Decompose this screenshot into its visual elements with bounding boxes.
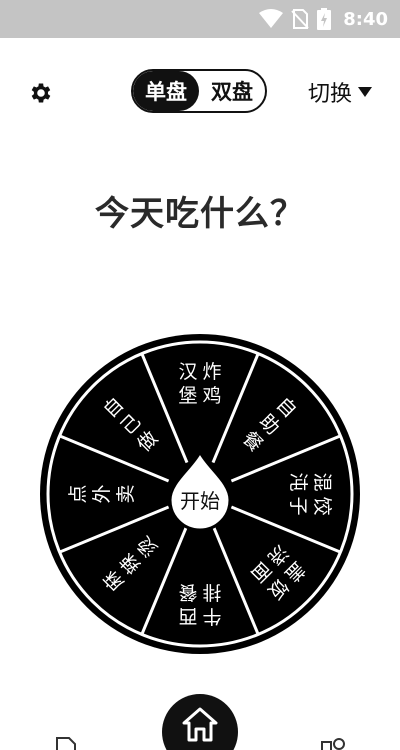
wheel-label-char: 牛 [202, 605, 221, 627]
wheel-label-char: 餐 [178, 581, 197, 603]
wheel-label-char: 卖 [115, 484, 137, 503]
wheel-label-char: 排 [202, 581, 221, 603]
status-time: 8:40 [343, 8, 388, 30]
wheel-label-char: 炸 [202, 361, 221, 383]
switch-button[interactable]: 切换 [308, 76, 372, 108]
home-icon [182, 707, 218, 742]
wheel-segment-label: 点外卖 [67, 484, 137, 503]
wheel-label-char: 西 [178, 605, 197, 627]
wheel-label-char: 子 [287, 496, 309, 515]
bottom-nav [0, 690, 400, 750]
spin-wheel[interactable]: 汉堡炸鸡 自助餐混沌饺子盖浇饭面牛排西餐麻辣烫点外卖自己做 开始 [38, 332, 362, 656]
wifi-icon [259, 9, 284, 28]
mode-single-button[interactable]: 单盘 [133, 71, 199, 111]
caret-down-icon [358, 87, 372, 97]
status-bar: 8:40 [0, 0, 400, 38]
mode-double-button[interactable]: 双盘 [199, 71, 265, 111]
status-icons: 8:40 [259, 0, 388, 38]
top-bar: 单盘 双盘 切换 [0, 66, 400, 118]
mode-toggle: 单盘 双盘 [131, 69, 267, 113]
document-icon[interactable] [54, 736, 78, 750]
wheel-label-char: 鸡 [202, 385, 221, 407]
wheel-label-char: 外 [91, 484, 113, 503]
settings-button[interactable] [26, 78, 56, 108]
start-label: 开始 [180, 489, 220, 513]
switch-label: 切换 [307, 82, 352, 107]
gear-icon [31, 83, 51, 103]
wheel-label-char: 混 [311, 472, 333, 491]
wheel-label-char: 沌 [287, 472, 309, 491]
wheel-label-char: 汉 [178, 361, 197, 383]
battery-icon [317, 8, 332, 30]
home-button[interactable] [162, 694, 238, 750]
question-title: 今天吃什么？ [95, 194, 305, 234]
wheel-label-char: 点 [67, 484, 89, 503]
shapes-icon[interactable] [320, 736, 346, 750]
wheel-label-char: 饺 [311, 496, 333, 515]
wheel-label-char: 堡 [178, 385, 197, 407]
no-sim-icon [291, 9, 309, 29]
